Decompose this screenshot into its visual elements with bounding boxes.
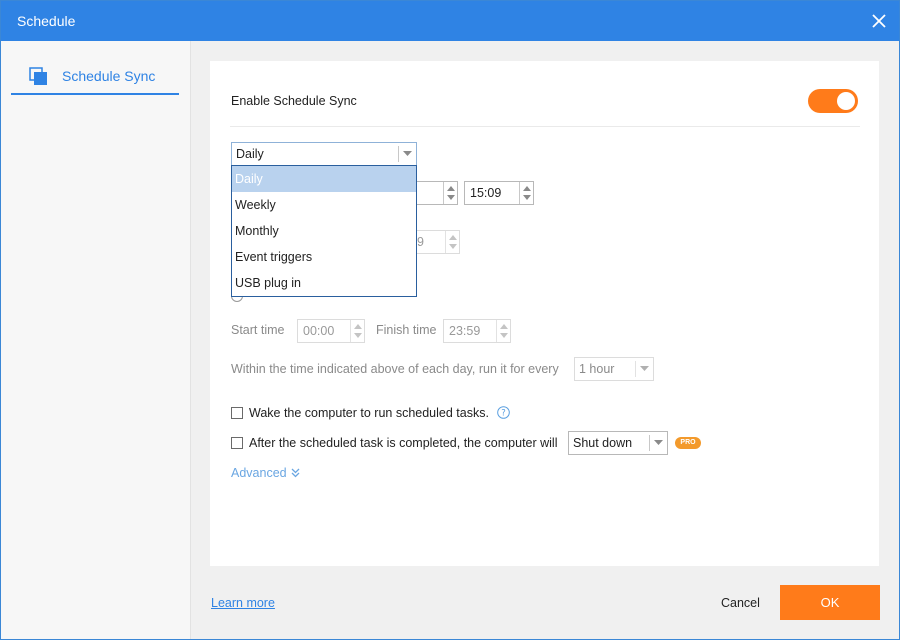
sidebar-item-schedule-sync[interactable]: Schedule Sync — [11, 59, 179, 95]
dropdown-option-daily[interactable]: Daily — [232, 166, 416, 192]
advanced-label: Advanced — [231, 466, 287, 480]
learn-more-link[interactable]: Learn more — [211, 596, 275, 610]
svg-text:?: ? — [501, 409, 506, 419]
finish-time-value: 23:59 — [449, 324, 481, 338]
finish-time-label: Finish time — [376, 323, 437, 337]
stepper-buttons — [496, 320, 510, 342]
after-task-action-select[interactable]: Shut down — [568, 431, 668, 455]
copy-icon — [29, 67, 49, 87]
frequency-value: Daily — [236, 147, 264, 161]
stepper-buttons — [445, 231, 459, 253]
enable-row: Enable Schedule Sync — [230, 61, 860, 127]
title-bar: Schedule — [1, 1, 899, 41]
cancel-button[interactable]: Cancel — [721, 596, 760, 610]
stepper-buttons — [350, 320, 364, 342]
time-stepper[interactable]: 15:09 — [464, 181, 534, 205]
time-value: 15:09 — [470, 186, 502, 200]
wake-computer-checkbox[interactable] — [231, 407, 243, 419]
window-title: Schedule — [17, 13, 76, 29]
double-chevron-down-icon — [291, 468, 300, 478]
schedule-dialog: Schedule Schedule Sync Enable Schedule S… — [0, 0, 900, 640]
chevron-down-icon — [635, 361, 653, 377]
start-time-label: Start time — [231, 323, 285, 337]
interval-select: 1 hour — [574, 357, 654, 381]
dropdown-option-monthly[interactable]: Monthly — [232, 218, 416, 244]
interval-value: 1 hour — [579, 362, 615, 376]
finish-time-stepper: 23:59 — [443, 319, 511, 343]
enable-label: Enable Schedule Sync — [231, 94, 357, 108]
stepper-buttons[interactable] — [443, 182, 457, 204]
sidebar: Schedule Sync — [1, 41, 191, 639]
dropdown-option-event-triggers[interactable]: Event triggers — [232, 244, 416, 270]
after-task-checkbox[interactable] — [231, 437, 243, 449]
close-icon[interactable] — [867, 9, 891, 33]
start-time-value: 00:00 — [303, 324, 335, 338]
chevron-down-icon[interactable] — [649, 435, 667, 451]
ok-button[interactable]: OK — [780, 585, 880, 620]
after-task-label: After the scheduled task is completed, t… — [249, 436, 558, 450]
sidebar-item-label: Schedule Sync — [62, 68, 156, 84]
toggle-knob — [837, 92, 855, 110]
dropdown-option-usb-plug-in[interactable]: USB plug in — [232, 270, 416, 296]
enable-schedule-toggle[interactable] — [808, 89, 858, 113]
wake-computer-label: Wake the computer to run scheduled tasks… — [249, 406, 489, 420]
dropdown-option-weekly[interactable]: Weekly — [232, 192, 416, 218]
frequency-select[interactable]: Daily — [231, 142, 417, 166]
interval-label: Within the time indicated above of each … — [231, 362, 559, 376]
stepper-buttons[interactable] — [519, 182, 533, 204]
settings-panel: Enable Schedule Sync Daily 1 15:09 — [210, 61, 879, 566]
after-task-action-value: Shut down — [573, 436, 633, 450]
frequency-dropdown: Daily Weekly Monthly Event triggers USB … — [231, 165, 417, 297]
chevron-down-icon[interactable] — [398, 146, 416, 162]
help-icon[interactable]: ? — [497, 406, 510, 419]
advanced-toggle[interactable]: Advanced — [231, 466, 300, 480]
start-time-stepper: 00:00 — [297, 319, 365, 343]
pro-badge: PRO — [675, 437, 701, 449]
